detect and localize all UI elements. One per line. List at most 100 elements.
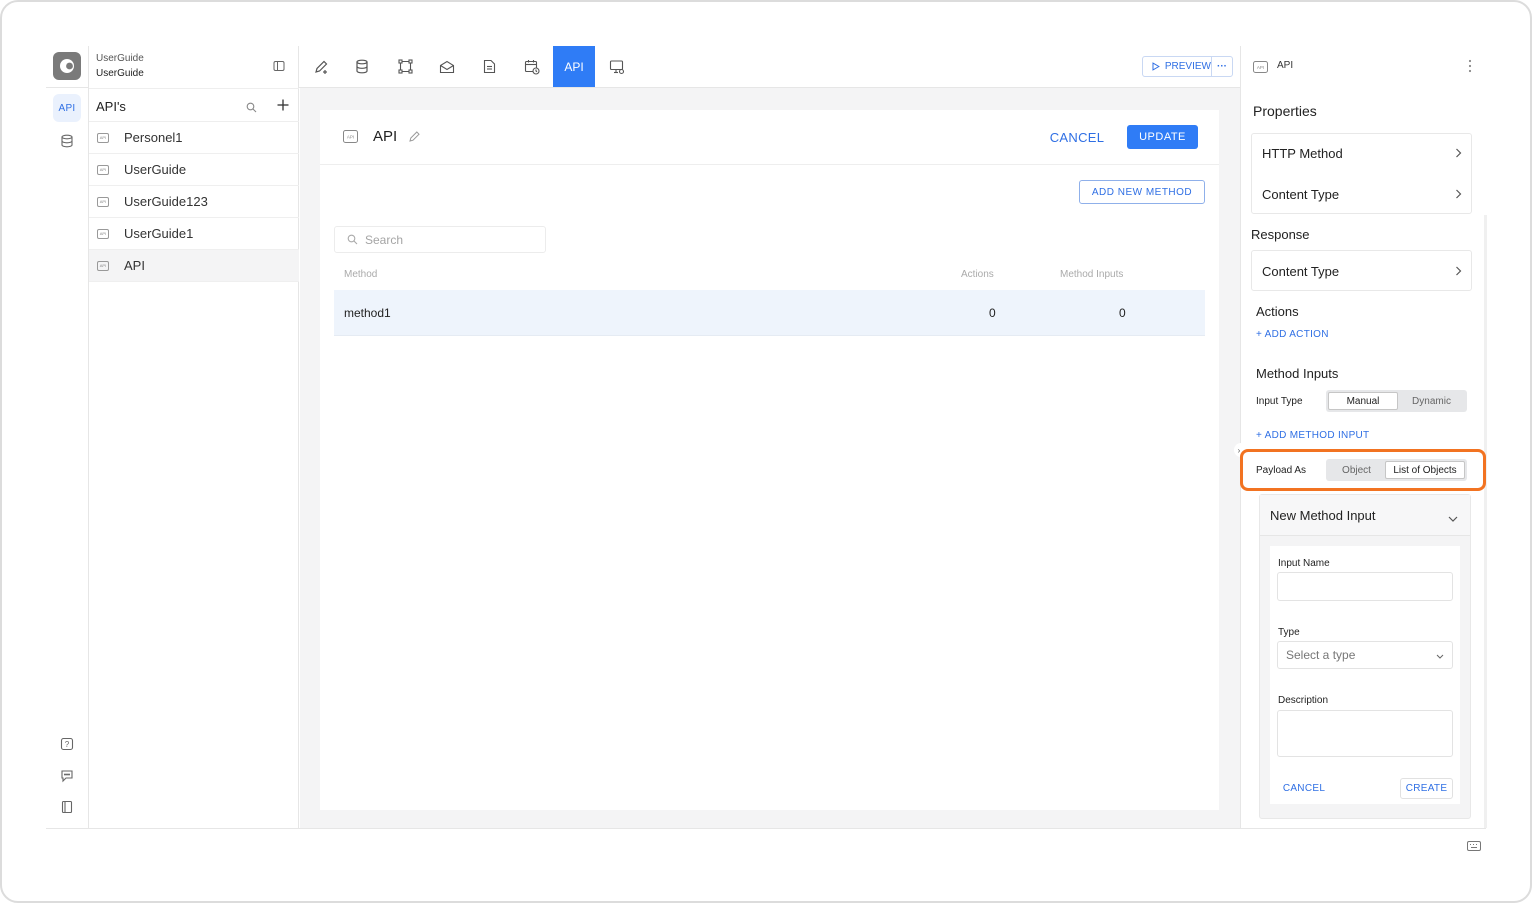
type-select[interactable]: Select a type (1277, 641, 1453, 669)
database-icon (356, 59, 368, 74)
response-content-type-label: Content Type (1262, 264, 1340, 279)
method-search-input[interactable] (365, 232, 525, 247)
mail-tool[interactable] (426, 46, 468, 87)
api-title-icon: API (343, 130, 358, 148)
payload-highlight-callout (1240, 449, 1486, 491)
pencil-plus-icon (315, 60, 328, 74)
help-icon[interactable]: ? (57, 734, 77, 754)
edit-title-icon[interactable] (408, 130, 421, 148)
api-title: API (373, 128, 398, 145)
preview-button-group: PREVIEW ··· (1142, 56, 1233, 77)
rail-api-button[interactable]: API (53, 94, 81, 122)
new-method-input-title: New Method Input (1270, 508, 1376, 523)
actions-title: Actions (1256, 304, 1299, 319)
card-header-divider (320, 164, 1219, 165)
api-item-label: UserGuide1 (124, 226, 194, 241)
table-row[interactable]: method1 0 0 (334, 290, 1205, 336)
api-item-icon: API (97, 132, 109, 143)
document-icon (483, 59, 495, 74)
api-list-item-selected[interactable]: API API (89, 250, 299, 282)
request-content-type-label: Content Type (1262, 187, 1340, 202)
input-name-label: Input Name (1278, 558, 1330, 569)
screen-settings-tool[interactable] (596, 46, 638, 87)
response-content-type-row[interactable]: Content Type (1262, 264, 1462, 279)
edit-page-tool[interactable] (300, 46, 342, 87)
api-list-title: API's (96, 99, 126, 114)
scheduler-tool[interactable] (511, 46, 553, 87)
request-content-type-row[interactable]: Content Type (1262, 187, 1462, 202)
method-name-cell: method1 (344, 306, 391, 320)
api-item-label: Personel1 (124, 130, 183, 145)
actions-count-cell: 0 (989, 306, 996, 320)
rail-api-label: API (58, 102, 76, 114)
method-inputs-title: Method Inputs (1256, 366, 1339, 381)
properties-scrollbar[interactable] (1484, 215, 1487, 828)
response-settings-box: Content Type (1251, 250, 1472, 291)
new-input-cancel-button[interactable]: CANCEL (1277, 778, 1331, 799)
update-button[interactable]: UPDATE (1127, 125, 1198, 149)
response-title: Response (1251, 227, 1310, 242)
description-field[interactable] (1277, 710, 1453, 757)
chevron-down-icon (1436, 648, 1444, 662)
http-method-row[interactable]: HTTP Method (1262, 146, 1462, 161)
add-action-link[interactable]: + ADD ACTION (1256, 329, 1329, 340)
input-type-toggle: Manual Dynamic (1326, 390, 1467, 412)
cancel-button[interactable]: CANCEL (1042, 126, 1112, 148)
project-name: UserGuide (96, 68, 144, 79)
api-list-item[interactable]: API UserGuide1 (89, 218, 299, 250)
add-method-input-link[interactable]: + ADD METHOD INPUT (1256, 430, 1369, 441)
keyboard-icon[interactable] (1467, 838, 1481, 856)
new-input-create-button[interactable]: CREATE (1400, 778, 1453, 799)
input-type-manual[interactable]: Manual (1328, 392, 1398, 410)
add-api-icon[interactable] (277, 98, 289, 116)
api-list-item[interactable]: API UserGuide (89, 154, 299, 186)
api-list-item[interactable]: API UserGuide123 (89, 186, 299, 218)
more-options-icon[interactable]: ··· (1212, 61, 1232, 72)
workspace-name: UserGuide (96, 53, 144, 64)
panel-toggle-icon[interactable] (273, 59, 285, 77)
app-logo[interactable] (53, 52, 81, 80)
api-item-icon: API (97, 196, 109, 207)
api-item-label: UserGuide123 (124, 194, 208, 209)
description-label: Description (1278, 695, 1329, 706)
api-tool-tab[interactable]: API (553, 46, 595, 87)
api-item-icon: API (97, 228, 109, 239)
request-settings-box: HTTP Method Content Type (1251, 133, 1472, 214)
mail-icon (439, 60, 455, 73)
api-list-item[interactable]: API Personel1 (89, 122, 299, 154)
api-item-icon: API (97, 164, 109, 175)
preview-button[interactable]: PREVIEW (1143, 57, 1212, 76)
new-method-input-header[interactable]: New Method Input (1260, 495, 1470, 536)
flow-icon (397, 59, 413, 74)
column-header-actions: Actions (961, 269, 994, 280)
input-type-dynamic[interactable]: Dynamic (1398, 392, 1465, 410)
search-icon[interactable] (246, 100, 257, 118)
column-header-method-inputs: Method Inputs (1060, 269, 1124, 280)
input-name-field[interactable] (1277, 572, 1453, 601)
method-inputs-count-cell: 0 (1119, 306, 1126, 320)
monitor-gear-icon (609, 59, 625, 74)
properties-title: Properties (1253, 103, 1317, 119)
method-search-box (334, 226, 546, 253)
docs-icon[interactable] (57, 797, 77, 817)
api-tool-label: API (564, 59, 584, 74)
add-new-method-button[interactable]: ADD NEW METHOD (1079, 180, 1205, 204)
play-icon (1152, 62, 1160, 71)
api-list-panel: UserGuide UserGuide API's API Personel1 A… (88, 46, 299, 828)
api-item-icon: API (97, 260, 109, 271)
database-icon[interactable] (57, 131, 77, 151)
kebab-menu-icon[interactable] (1465, 58, 1475, 79)
chevron-right-icon (1455, 264, 1462, 279)
svg-text:API: API (347, 135, 354, 140)
type-label: Type (1278, 627, 1300, 638)
database-tool[interactable] (341, 46, 383, 87)
chat-icon[interactable] (57, 766, 77, 786)
svg-text:?: ? (65, 740, 70, 749)
chevron-right-icon (1455, 187, 1462, 202)
workflow-tool[interactable] (384, 46, 426, 87)
svg-text:API: API (1257, 65, 1264, 70)
search-icon (347, 234, 358, 245)
document-tool[interactable] (468, 46, 510, 87)
properties-header-label: API (1277, 60, 1294, 71)
api-item-label: API (124, 258, 145, 273)
